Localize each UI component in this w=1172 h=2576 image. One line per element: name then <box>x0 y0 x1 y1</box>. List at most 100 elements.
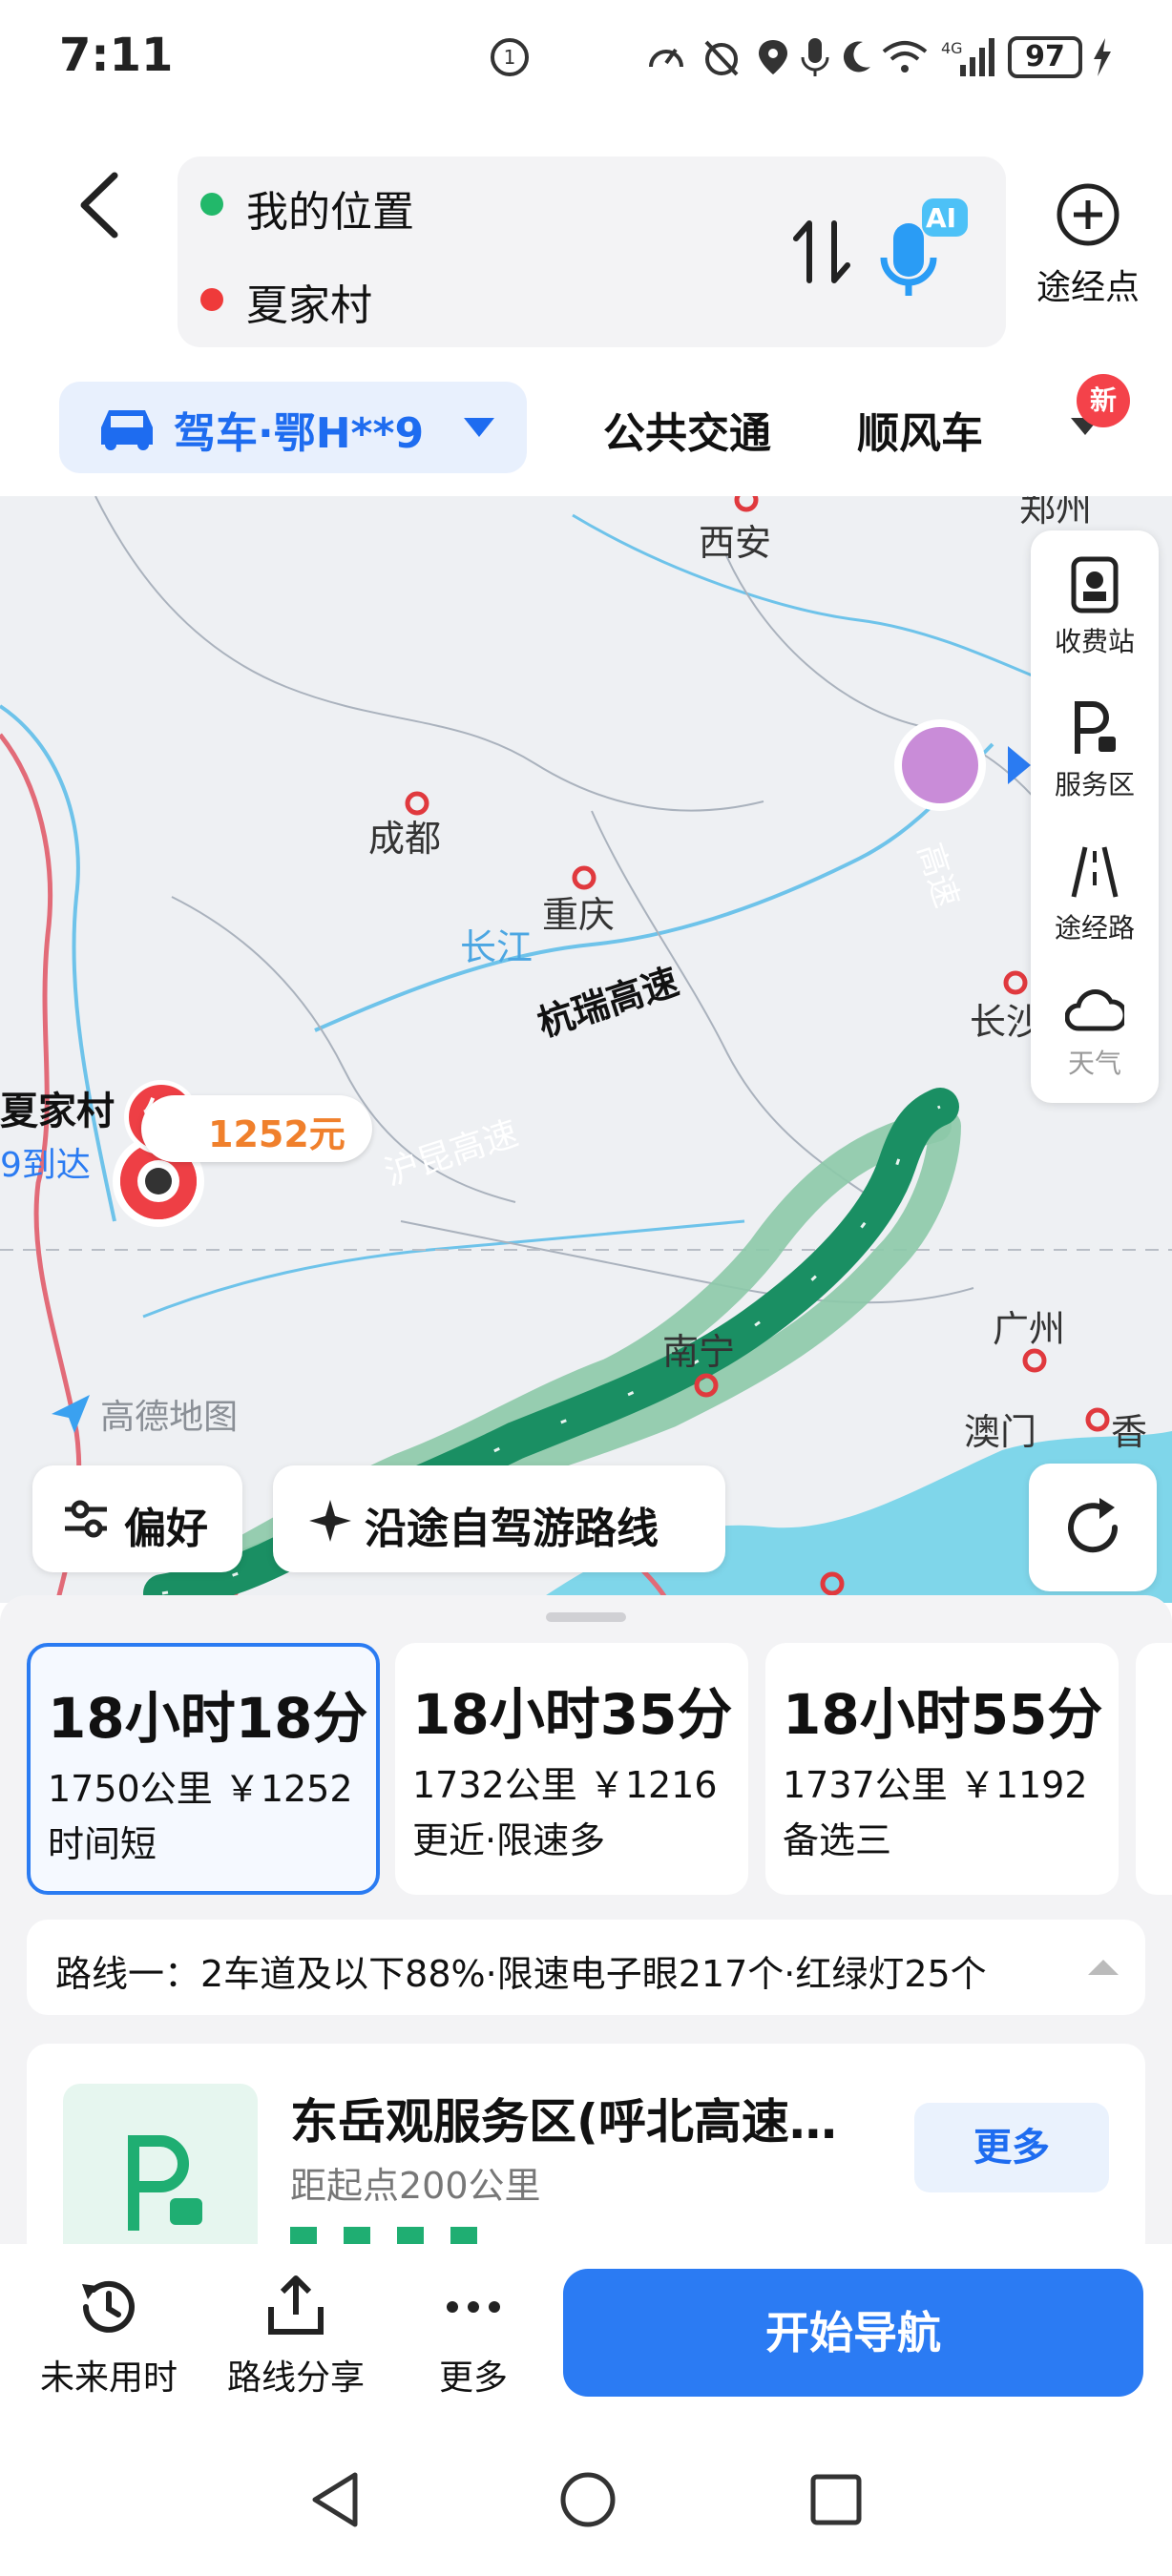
service-area-distance: 距起点200公里 <box>290 2165 541 2207</box>
caret-down-icon <box>464 418 494 437</box>
map-layer-panel: 收费站 服务区 途经路 天气 <box>1031 530 1159 1103</box>
route-3-distance-cost: 1737公里 ￥1192 <box>783 1755 1088 1808</box>
status-bar: 7:11 1 4G 97 <box>0 0 1172 114</box>
refresh-button[interactable] <box>1029 1464 1157 1591</box>
route-3-note: 备选三 <box>783 1819 892 1861</box>
svg-text:4G: 4G <box>941 39 963 57</box>
parking-cup-icon <box>1075 701 1116 754</box>
toll-station-button[interactable]: 收费站 <box>1031 555 1159 659</box>
map-brand: 高德地图 <box>46 1389 238 1439</box>
microphone-icon <box>801 38 829 76</box>
route-share-label: 路线分享 <box>226 2358 365 2398</box>
route-1-cost: ￥1252 <box>223 1768 353 1810</box>
cellular-signal-icon: 4G <box>941 38 994 76</box>
clock: 7:11 <box>59 29 174 82</box>
more-options-label: 更多 <box>438 2358 508 2398</box>
route-option-2[interactable]: 18小时35分 1732公里 ￥1216 更近·限速多 <box>395 1643 748 1895</box>
service-area-label: 服务区 <box>1054 769 1135 800</box>
route-map[interactable]: 西安 郑州 成都 重庆 长江 长沙 南宁 广州 澳门 香港 杭瑞高速 沪昆高速 … <box>0 496 1172 1603</box>
swap-icon[interactable] <box>788 214 855 290</box>
roadtrip-route-button[interactable]: 沿途自驾游路线 <box>273 1465 725 1572</box>
origin-field[interactable]: 我的位置 <box>246 177 414 239</box>
route-1-distance-cost: 1750公里 ￥1252 <box>48 1759 353 1812</box>
route-search-box: 我的位置 夏家村 AI <box>178 156 1006 347</box>
sparkle-icon <box>309 1500 351 1542</box>
future-time-button[interactable]: 未来用时 <box>34 2273 183 2399</box>
route-1-time: 18小时18分 <box>48 1686 368 1751</box>
weather-button[interactable]: 天气 <box>1031 983 1159 1081</box>
route-share-button[interactable]: 路线分享 <box>220 2273 372 2399</box>
charging-icon <box>1094 38 1111 76</box>
route-1-distance: 1750公里 <box>48 1768 213 1810</box>
back-icon[interactable] <box>67 162 134 248</box>
service-area-button[interactable]: 服务区 <box>1031 698 1159 802</box>
toll-station-label: 收费站 <box>1054 626 1135 657</box>
sliders-icon <box>65 1500 107 1538</box>
city-macau: 澳门 <box>964 1411 1037 1453</box>
new-badge: 新 <box>1077 374 1130 427</box>
waypoint-label: 途经点 <box>1036 268 1140 307</box>
battery-indicator: 97 <box>1008 36 1082 78</box>
system-nav-bar <box>0 2425 1172 2576</box>
location-icon <box>759 40 787 74</box>
amap-logo-icon <box>52 1395 90 1433</box>
route-cost-bubble[interactable]: 1252元 <box>141 1095 372 1162</box>
route-summary-row[interactable]: 路线一：2车道及以下88%·限速电子眼217个·红绿灯25个 <box>27 1920 1145 2015</box>
clock-icon <box>82 2280 135 2333</box>
city-guangzhou: 广州 <box>993 1308 1066 1350</box>
via-road-button[interactable]: 途经路 <box>1031 841 1159 945</box>
drive-mode-tab[interactable]: 驾车·鄂H**9 <box>59 382 527 473</box>
origin-dot <box>200 193 223 216</box>
arrival-time-label: 9到达 <box>0 1146 91 1185</box>
destination-dot <box>200 288 223 311</box>
nav-back-icon[interactable] <box>307 2469 363 2530</box>
more-dots-icon <box>447 2301 500 2313</box>
route-option-3[interactable]: 18小时55分 1737公里 ￥1192 备选三 <box>765 1643 1119 1895</box>
service-area-more-button[interactable]: 更多 <box>914 2103 1109 2192</box>
add-waypoint-button[interactable]: 途经点 <box>1021 181 1155 324</box>
share-icon <box>268 2275 324 2335</box>
route-2-note: 更近·限速多 <box>412 1819 606 1861</box>
weather-label: 天气 <box>1067 1048 1121 1079</box>
drive-mode-label: 驾车·鄂H**9 <box>174 409 425 458</box>
service-area-name: 东岳观服务区(呼北高速… <box>290 2094 837 2150</box>
route-2-distance-cost: 1732公里 ￥1216 <box>412 1755 718 1808</box>
preference-label: 偏好 <box>124 1505 208 1553</box>
destination-field[interactable]: 夏家村 <box>246 271 372 332</box>
refresh-icon <box>1068 1498 1119 1553</box>
more-options-button[interactable]: 更多 <box>416 2273 531 2399</box>
nav-recents-icon[interactable] <box>807 2471 865 2528</box>
sheet-drag-handle[interactable] <box>546 1612 626 1622</box>
preference-button[interactable]: 偏好 <box>32 1465 242 1572</box>
route-summary-text: 路线一：2车道及以下88%·限速电子眼217个·红绿灯25个 <box>55 1953 987 1995</box>
route-3-distance: 1737公里 <box>783 1764 948 1806</box>
route-3-time: 18小时55分 <box>783 1682 1103 1747</box>
add-circle-icon <box>1057 183 1120 246</box>
river-changjiang: 长江 <box>460 926 534 968</box>
nav-home-icon[interactable] <box>557 2469 618 2530</box>
speedometer-icon <box>649 48 683 68</box>
via-road-label: 途经路 <box>1054 912 1135 944</box>
city-chongqing: 重庆 <box>542 894 616 936</box>
route-option-1[interactable]: 18小时18分 1750公里 ￥1252 时间短 <box>27 1643 380 1895</box>
route-2-distance: 1732公里 <box>412 1764 577 1806</box>
city-xian: 西安 <box>699 522 772 564</box>
parking-cup-icon <box>128 2135 202 2231</box>
car-icon <box>101 410 153 450</box>
route-2-cost: ￥1216 <box>588 1764 718 1806</box>
moon-icon <box>843 41 870 73</box>
start-navigation-button[interactable]: 开始导航 <box>563 2269 1143 2397</box>
route-3-cost: ￥1192 <box>958 1764 1088 1806</box>
route-cost-label: 1252元 <box>208 1113 345 1155</box>
tab-transit[interactable]: 公共交通 <box>603 399 771 460</box>
city-chengdu: 成都 <box>368 818 442 860</box>
future-time-label: 未来用时 <box>39 2358 178 2398</box>
svg-text:1: 1 <box>504 46 516 69</box>
destination-map-label: 夏家村 <box>0 1090 115 1133</box>
tab-carpool[interactable]: 顺风车 <box>857 399 983 460</box>
service-area-thumb <box>63 2084 258 2263</box>
route-option-peek[interactable] <box>1136 1643 1172 1895</box>
service-area-card[interactable]: 东岳观服务区(呼北高速… 距起点200公里 更多 <box>27 2044 1145 2263</box>
roadtrip-label: 沿途自驾游路线 <box>365 1505 659 1553</box>
chevron-up-icon <box>1088 1960 1119 1975</box>
